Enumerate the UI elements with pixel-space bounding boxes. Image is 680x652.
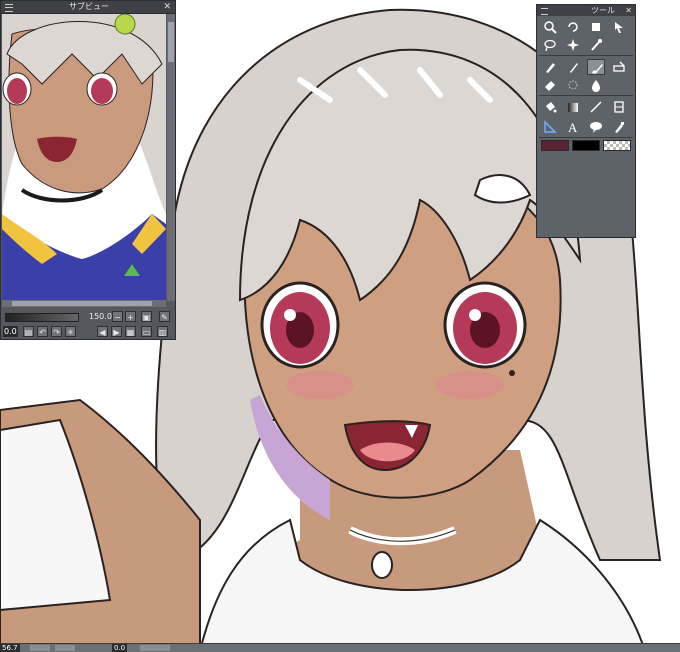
gradient-tool-icon[interactable] bbox=[564, 99, 582, 115]
open-folder-icon[interactable]: ▭ bbox=[141, 326, 152, 337]
subview-panel: サブビュー ✕ 150.0 − + ▣ ✎ 0.0 ▤ ↶ ↷ ✳ ◀ ▶ ▦ bbox=[0, 0, 176, 340]
close-icon[interactable]: ✕ bbox=[625, 5, 632, 16]
zoom-out-icon[interactable] bbox=[30, 645, 50, 651]
frame-tool-icon[interactable] bbox=[610, 99, 628, 115]
tool-palette: ツール ✕ A bbox=[536, 4, 636, 238]
flip-icon[interactable]: ✳ bbox=[65, 326, 76, 337]
subview-titlebar[interactable]: サブビュー ✕ bbox=[1, 1, 175, 14]
auto-select-tool-icon[interactable] bbox=[564, 37, 582, 53]
sub-color-swatch[interactable] bbox=[572, 140, 600, 151]
image-list-icon[interactable]: ▦ bbox=[125, 326, 136, 337]
subview-vertical-scrollbar[interactable] bbox=[167, 14, 175, 301]
tool-palette-titlebar[interactable]: ツール ✕ bbox=[537, 5, 635, 16]
svg-text:A: A bbox=[568, 120, 578, 134]
correction-tool-icon[interactable] bbox=[610, 119, 628, 135]
brush-tool-icon[interactable] bbox=[587, 59, 605, 75]
balloon-tool-icon[interactable] bbox=[587, 119, 605, 135]
panel-menu-icon[interactable] bbox=[541, 8, 548, 15]
text-tool-icon[interactable]: A bbox=[564, 119, 582, 135]
airbrush-tool-icon[interactable] bbox=[564, 77, 582, 93]
zoom-in-icon[interactable] bbox=[55, 645, 75, 651]
figure-tool-icon[interactable] bbox=[587, 99, 605, 115]
operation-tool-icon[interactable] bbox=[587, 19, 605, 35]
subview-horizontal-scrollbar[interactable] bbox=[2, 300, 166, 307]
ruler-tool-icon[interactable] bbox=[541, 119, 559, 135]
eyedropper-icon[interactable]: ✎ bbox=[159, 311, 170, 322]
fit-view-icon[interactable]: ▣ bbox=[141, 311, 152, 322]
pen-tool-icon[interactable] bbox=[541, 59, 559, 75]
rotate-left-icon[interactable]: ↶ bbox=[37, 326, 48, 337]
rotate-reset-icon[interactable]: ▤ bbox=[23, 326, 34, 337]
panel-menu-icon[interactable] bbox=[5, 4, 13, 12]
tool-palette-title: ツール bbox=[591, 6, 615, 15]
blend-tool-icon[interactable] bbox=[587, 77, 605, 93]
zoom-in-icon[interactable]: + bbox=[125, 311, 136, 322]
rotate-right-icon[interactable]: ↷ bbox=[51, 326, 62, 337]
fill-tool-icon[interactable] bbox=[541, 99, 559, 115]
next-image-icon[interactable]: ▶ bbox=[111, 326, 122, 337]
rotation-value: 0.0 bbox=[3, 326, 18, 337]
pencil-tool-icon[interactable] bbox=[564, 59, 582, 75]
rotate-icon[interactable] bbox=[140, 645, 170, 651]
subview-preview[interactable] bbox=[2, 14, 166, 301]
zoom-slider[interactable] bbox=[5, 313, 79, 322]
zoom-out-icon[interactable]: − bbox=[112, 311, 123, 322]
move-layer-tool-icon[interactable] bbox=[610, 19, 628, 35]
lasso-selection-tool-icon[interactable] bbox=[541, 37, 559, 53]
rotate-tool-icon[interactable] bbox=[564, 19, 582, 35]
eyedropper-tool-icon[interactable] bbox=[587, 37, 605, 53]
delete-icon[interactable]: ▥ bbox=[157, 326, 168, 337]
main-color-swatch[interactable] bbox=[541, 140, 569, 151]
zoom-value: 150.0 bbox=[89, 312, 112, 321]
transparent-color-swatch[interactable] bbox=[603, 140, 631, 151]
decoration-tool-icon[interactable] bbox=[610, 59, 628, 75]
eraser-tool-icon[interactable] bbox=[541, 77, 559, 93]
subview-title: サブビュー bbox=[69, 2, 109, 11]
previous-image-icon[interactable]: ◀ bbox=[97, 326, 108, 337]
close-icon[interactable]: ✕ bbox=[163, 1, 171, 13]
zoom-tool-icon[interactable] bbox=[541, 19, 559, 35]
